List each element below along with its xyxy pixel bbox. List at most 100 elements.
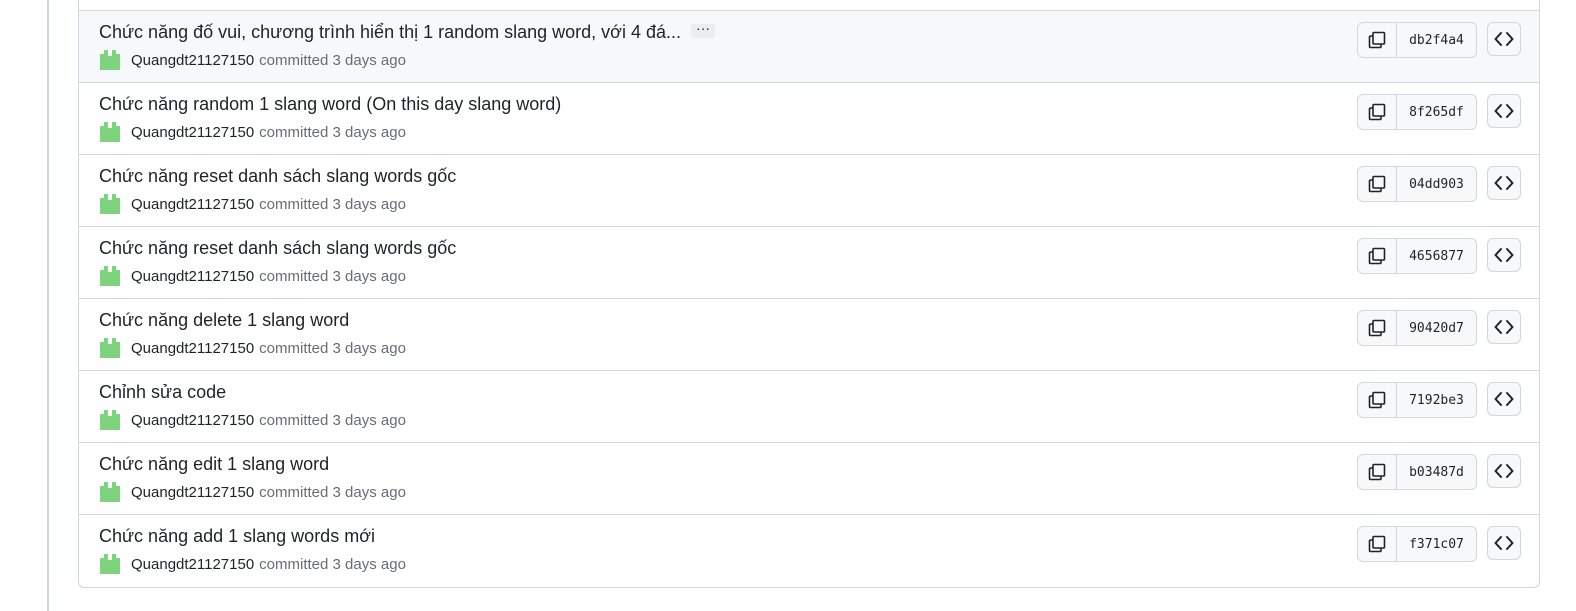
commit-time: committed 3 days ago	[259, 195, 406, 213]
commit-message[interactable]: Chỉnh sửa code	[99, 382, 226, 402]
commit-row: Chức năng đố vui, chương trình hiển thị …	[79, 11, 1539, 83]
commit-row: Chức năng add 1 slang words mới Quangdt2…	[79, 515, 1539, 587]
commit-title[interactable]: Chức năng delete 1 slang word	[99, 309, 349, 331]
copy-icon	[1368, 535, 1386, 553]
commit-meta: Quangdt21127150 committed 3 days ago	[99, 337, 406, 359]
browse-repo-button[interactable]	[1487, 94, 1521, 128]
commit-message[interactable]: Chức năng edit 1 slang word	[99, 454, 329, 474]
copy-sha-button[interactable]	[1358, 95, 1397, 129]
commit-time: committed 3 days ago	[259, 555, 406, 573]
commit-message[interactable]: Chức năng đố vui, chương trình hiển thị …	[99, 22, 681, 42]
sha-button-group: 7192be3	[1357, 382, 1477, 418]
browse-repo-button[interactable]	[1487, 454, 1521, 488]
browse-repo-button[interactable]	[1487, 22, 1521, 56]
expand-message-button[interactable]: ···	[691, 21, 716, 39]
commit-meta: Quangdt21127150 committed 3 days ago	[99, 409, 406, 431]
commit-title[interactable]: Chức năng random 1 slang word (On this d…	[99, 93, 561, 115]
copy-icon	[1368, 175, 1386, 193]
identicon-avatar-icon[interactable]	[99, 337, 121, 359]
commit-author-link[interactable]: Quangdt21127150	[131, 340, 254, 357]
copy-sha-button[interactable]	[1358, 455, 1397, 489]
browse-repo-button[interactable]	[1487, 526, 1521, 560]
commit-message[interactable]: Chức năng reset danh sách slang words gố…	[99, 238, 456, 258]
sha-button-group: b03487d	[1357, 454, 1477, 490]
previous-group-stub	[79, 0, 1539, 11]
identicon-avatar-icon[interactable]	[99, 265, 121, 287]
commit-sha-link[interactable]: 90420d7	[1397, 311, 1476, 345]
copy-sha-button[interactable]	[1358, 167, 1397, 201]
browse-repo-button[interactable]	[1487, 238, 1521, 272]
sha-button-group: 04dd903	[1357, 166, 1477, 202]
commit-row: Chức năng reset danh sách slang words gố…	[79, 227, 1539, 299]
copy-sha-button[interactable]	[1358, 311, 1397, 345]
copy-sha-button[interactable]	[1358, 239, 1397, 273]
browse-repo-button[interactable]	[1487, 166, 1521, 200]
identicon-avatar-icon[interactable]	[99, 481, 121, 503]
copy-icon	[1368, 319, 1386, 337]
commit-author-link[interactable]: Quangdt21127150	[131, 412, 254, 429]
browse-repo-button[interactable]	[1487, 310, 1521, 344]
code-icon	[1494, 248, 1514, 262]
identicon-avatar-icon[interactable]	[99, 193, 121, 215]
sha-button-group: 90420d7	[1357, 310, 1477, 346]
identicon-avatar-icon[interactable]	[99, 409, 121, 431]
identicon-avatar-icon[interactable]	[99, 553, 121, 575]
commit-meta: Quangdt21127150 committed 3 days ago	[99, 121, 406, 143]
commit-meta: Quangdt21127150 committed 3 days ago	[99, 553, 406, 575]
commit-author-link[interactable]: Quangdt21127150	[131, 484, 254, 501]
commit-sha-link[interactable]: b03487d	[1397, 455, 1476, 489]
commit-title[interactable]: Chức năng edit 1 slang word	[99, 453, 329, 475]
commit-row: Chỉnh sửa code Quangdt21127150 committed…	[79, 371, 1539, 443]
identicon-avatar-icon[interactable]	[99, 121, 121, 143]
code-icon	[1494, 392, 1514, 406]
commit-meta: Quangdt21127150 committed 3 days ago	[99, 49, 406, 71]
commit-message[interactable]: Chức năng delete 1 slang word	[99, 310, 349, 330]
commit-title[interactable]: Chức năng reset danh sách slang words gố…	[99, 165, 456, 187]
commit-title[interactable]: Chức năng đố vui, chương trình hiển thị …	[99, 21, 716, 43]
copy-sha-button[interactable]	[1358, 23, 1397, 57]
commit-sha-link[interactable]: 4656877	[1397, 239, 1476, 273]
commit-message[interactable]: Chức năng random 1 slang word (On this d…	[99, 94, 561, 114]
sha-button-group: 8f265df	[1357, 94, 1477, 130]
commit-sha-link[interactable]: 04dd903	[1397, 167, 1476, 201]
sha-button-group: db2f4a4	[1357, 22, 1477, 58]
commit-title[interactable]: Chỉnh sửa code	[99, 381, 226, 403]
sha-button-group: f371c07	[1357, 526, 1477, 562]
commit-message[interactable]: Chức năng reset danh sách slang words gố…	[99, 166, 456, 186]
commit-author-link[interactable]: Quangdt21127150	[131, 268, 254, 285]
browse-repo-button[interactable]	[1487, 382, 1521, 416]
commit-sha-link[interactable]: f371c07	[1397, 527, 1476, 561]
identicon-avatar-icon[interactable]	[99, 49, 121, 71]
commit-time: committed 3 days ago	[259, 483, 406, 501]
commit-list: Chức năng đố vui, chương trình hiển thị …	[78, 0, 1540, 588]
commit-sha-link[interactable]: 8f265df	[1397, 95, 1476, 129]
commit-message[interactable]: Chức năng add 1 slang words mới	[99, 526, 375, 546]
code-icon	[1494, 464, 1514, 478]
commit-title[interactable]: Chức năng reset danh sách slang words gố…	[99, 237, 456, 259]
copy-icon	[1368, 463, 1386, 481]
commit-author-link[interactable]: Quangdt21127150	[131, 196, 254, 213]
commit-author-link[interactable]: Quangdt21127150	[131, 124, 254, 141]
sha-button-group: 4656877	[1357, 238, 1477, 274]
commit-meta: Quangdt21127150 committed 3 days ago	[99, 481, 406, 503]
commit-row: Chức năng reset danh sách slang words gố…	[79, 155, 1539, 227]
code-icon	[1494, 176, 1514, 190]
commit-time: committed 3 days ago	[259, 411, 406, 429]
code-icon	[1494, 32, 1514, 46]
copy-icon	[1368, 103, 1386, 121]
code-icon	[1494, 320, 1514, 334]
commit-meta: Quangdt21127150 committed 3 days ago	[99, 193, 406, 215]
commit-title[interactable]: Chức năng add 1 slang words mới	[99, 525, 375, 547]
timeline-line	[47, 0, 49, 611]
copy-icon	[1368, 391, 1386, 409]
commit-row: Chức năng edit 1 slang word Quangdt21127…	[79, 443, 1539, 515]
copy-sha-button[interactable]	[1358, 383, 1397, 417]
copy-icon	[1368, 31, 1386, 49]
commit-sha-link[interactable]: 7192be3	[1397, 383, 1476, 417]
commit-time: committed 3 days ago	[259, 51, 406, 69]
copy-sha-button[interactable]	[1358, 527, 1397, 561]
commit-time: committed 3 days ago	[259, 339, 406, 357]
commit-sha-link[interactable]: db2f4a4	[1397, 23, 1476, 57]
commit-author-link[interactable]: Quangdt21127150	[131, 556, 254, 573]
commit-author-link[interactable]: Quangdt21127150	[131, 52, 254, 69]
